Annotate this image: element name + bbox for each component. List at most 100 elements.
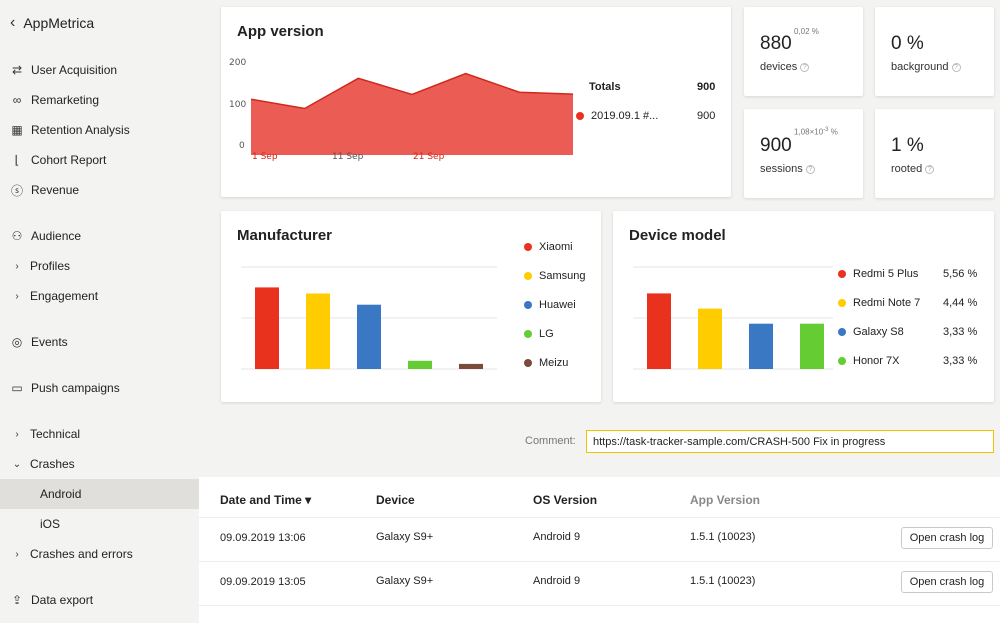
open-crash-log-button[interactable]: Open crash log (901, 527, 993, 549)
column-header-os-version[interactable]: OS Version (533, 493, 597, 507)
legend-item-redmi-note-7[interactable]: Redmi Note 7 (838, 297, 920, 309)
legend-dot-icon (838, 299, 846, 307)
legend-dot-icon (838, 328, 846, 336)
legend-percent: 5,56 % (943, 268, 978, 280)
series-value: 900 (697, 110, 716, 122)
sidebar-item-data-export[interactable]: ⇪ Data export (0, 585, 199, 615)
sessions-percent: 1,08×10-3 % (794, 127, 838, 137)
app-version-title: App version (237, 23, 324, 40)
legend-item-lg[interactable]: LG (524, 328, 554, 340)
y-tick-label: 100 (229, 100, 247, 110)
grid-icon: ▦ (11, 123, 23, 137)
sidebar-item-label: Android (40, 487, 82, 501)
legend-item-honor-7x[interactable]: Honor 7X (838, 355, 899, 367)
legend-item-meizu[interactable]: Meizu (524, 357, 568, 369)
sidebar-item-ios[interactable]: iOS (0, 509, 199, 539)
sidebar-item-events[interactable]: ◎ Events (0, 327, 199, 357)
open-crash-log-button[interactable]: Open crash log (901, 571, 993, 593)
chevron-down-icon: ⌄ (12, 458, 22, 470)
column-header-app-version[interactable]: App Version (690, 493, 760, 507)
bar-samsung[interactable] (306, 293, 330, 370)
devices-label: devices? (760, 61, 810, 73)
help-icon[interactable]: ? (951, 62, 961, 72)
chevron-right-icon: › (15, 290, 19, 302)
sidebar-item-push-campaigns[interactable]: ▭ Push campaigns (0, 373, 199, 403)
manufacturer-title: Manufacturer (237, 227, 333, 244)
series-dot-icon (576, 112, 584, 120)
bar-meizu[interactable] (459, 363, 483, 369)
sidebar-item-crashes[interactable]: ⌄ Crashes (0, 449, 199, 479)
help-icon[interactable]: ? (800, 62, 810, 72)
cell-os-version: Android 9 (533, 575, 581, 587)
sidebar-item-crashes-and-errors[interactable]: › Crashes and errors (0, 539, 199, 569)
column-header-device[interactable]: Device (376, 493, 415, 507)
legend-label: Xiaomi (539, 241, 573, 253)
legend-label: LG (539, 328, 554, 340)
cell-date: 09.09.2019 13:06 (220, 532, 306, 544)
back-chevron-icon[interactable]: ‹ (10, 14, 15, 32)
help-icon[interactable]: ? (805, 164, 815, 174)
legend-item-galaxy-s8[interactable]: Galaxy S8 (838, 326, 904, 338)
devices-percent: 0,02 % (794, 27, 819, 36)
app-title: AppMetrica (23, 15, 95, 31)
app-header[interactable]: ‹ AppMetrica (10, 14, 94, 32)
dollar-icon: ⓢ (10, 183, 23, 198)
cell-app-version: 1.5.1 (10023) (690, 531, 756, 543)
cell-device: Galaxy S9+ (376, 531, 434, 543)
background-label: background? (891, 61, 961, 73)
bar-xiaomi[interactable] (255, 287, 279, 369)
legend-dot-icon (524, 243, 532, 251)
sidebar-item-technical[interactable]: › Technical (0, 419, 199, 449)
sidebar-item-cohort-report[interactable]: ⌊ Cohort Report (0, 145, 199, 175)
chevron-right-icon: › (15, 428, 19, 440)
help-icon[interactable]: ? (925, 164, 935, 174)
app-version-area-chart (251, 72, 573, 155)
x-tick-label: 1 Sep (252, 152, 278, 162)
series-legend-item[interactable]: 2019.09.1 #... (576, 110, 658, 122)
devices-value: 880 (760, 33, 792, 54)
sidebar-item-engagement[interactable]: › Engagement (0, 281, 199, 311)
bar-redmi-note-7[interactable] (698, 308, 722, 369)
comment-input[interactable] (586, 430, 994, 453)
bar-galaxy-s8[interactable] (749, 323, 773, 369)
sidebar-item-label: Events (31, 335, 68, 349)
sidebar-item-remarketing[interactable]: ∞ Remarketing (0, 85, 199, 115)
sidebar-item-audience[interactable]: ⚇ Audience (0, 221, 199, 251)
sidebar-item-user-acquisition[interactable]: ⇄ User Acquisition (0, 55, 199, 85)
bar-honor-7x[interactable] (800, 323, 824, 369)
legend-label: Meizu (539, 357, 569, 369)
legend-percent: 4,44 % (943, 297, 978, 309)
legend-dot-icon (838, 357, 846, 365)
stat-card-background: 0 % background? (875, 7, 994, 96)
bar-huawei[interactable] (357, 304, 381, 369)
sidebar-item-label: Crashes and errors (30, 547, 133, 561)
comment-label: Comment: (525, 435, 576, 447)
totals-label: Totals (589, 81, 621, 93)
people-icon: ⚇ (11, 229, 23, 243)
legend-item-samsung[interactable]: Samsung (524, 270, 585, 282)
y-tick-label: 0 (239, 141, 245, 151)
column-header-date[interactable]: Date and Time ▾ (220, 493, 311, 507)
arrows-icon: ⇄ (11, 63, 23, 77)
legend-label: Redmi 5 Plus (853, 268, 919, 280)
sidebar-item-android[interactable]: Android (0, 479, 199, 509)
bar-lg[interactable] (408, 360, 432, 369)
legend-percent: 3,33 % (943, 326, 978, 338)
bar-redmi-5-plus[interactable] (647, 293, 671, 369)
sidebar-item-retention-analysis[interactable]: ▦ Retention Analysis (0, 115, 199, 145)
message-icon: ▭ (11, 381, 23, 395)
sidebar-item-revenue[interactable]: ⓢ Revenue (0, 175, 199, 205)
sidebar-item-label: iOS (40, 517, 61, 531)
row-divider (199, 517, 1000, 518)
row-divider (199, 561, 1000, 562)
device-model-title: Device model (629, 227, 726, 244)
legend-item-huawei[interactable]: Huawei (524, 299, 576, 311)
export-icon: ⇪ (11, 593, 23, 607)
sidebar-item-label: Remarketing (31, 93, 100, 107)
sidebar-item-profiles[interactable]: › Profiles (0, 251, 199, 281)
legend-item-redmi-5-plus[interactable]: Redmi 5 Plus (838, 268, 918, 280)
sidebar-item-label: Cohort Report (31, 153, 107, 167)
legend-label: Honor 7X (853, 355, 900, 367)
legend-item-xiaomi[interactable]: Xiaomi (524, 241, 573, 253)
row-divider (199, 605, 1000, 606)
